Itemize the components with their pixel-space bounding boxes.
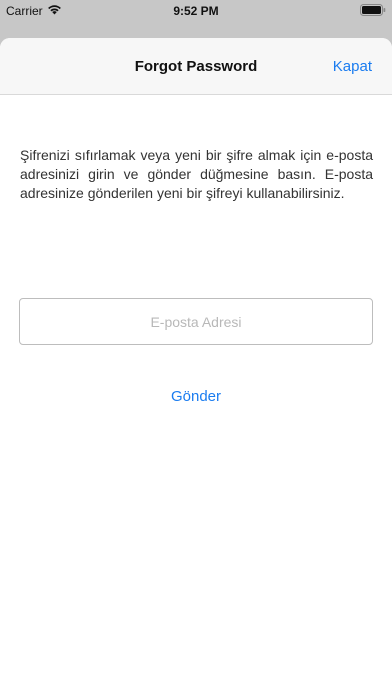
forgot-password-sheet: Forgot Password Kapat Şifrenizi sıfırlam…: [0, 38, 392, 696]
wifi-icon: [47, 4, 62, 18]
submit-button[interactable]: Gönder: [146, 384, 246, 408]
email-field[interactable]: [19, 298, 373, 345]
battery-icon: [360, 3, 386, 19]
instructions-text: Şifrenizi sıfırlamak veya yeni bir şifre…: [20, 147, 373, 201]
carrier-label: Carrier: [6, 4, 43, 18]
status-left: Carrier: [6, 4, 62, 18]
status-right: [360, 3, 386, 19]
close-button[interactable]: Kapat: [333, 58, 372, 75]
nav-bar: Forgot Password Kapat: [0, 38, 392, 95]
status-bar: Carrier 9:52 PM: [0, 0, 392, 22]
